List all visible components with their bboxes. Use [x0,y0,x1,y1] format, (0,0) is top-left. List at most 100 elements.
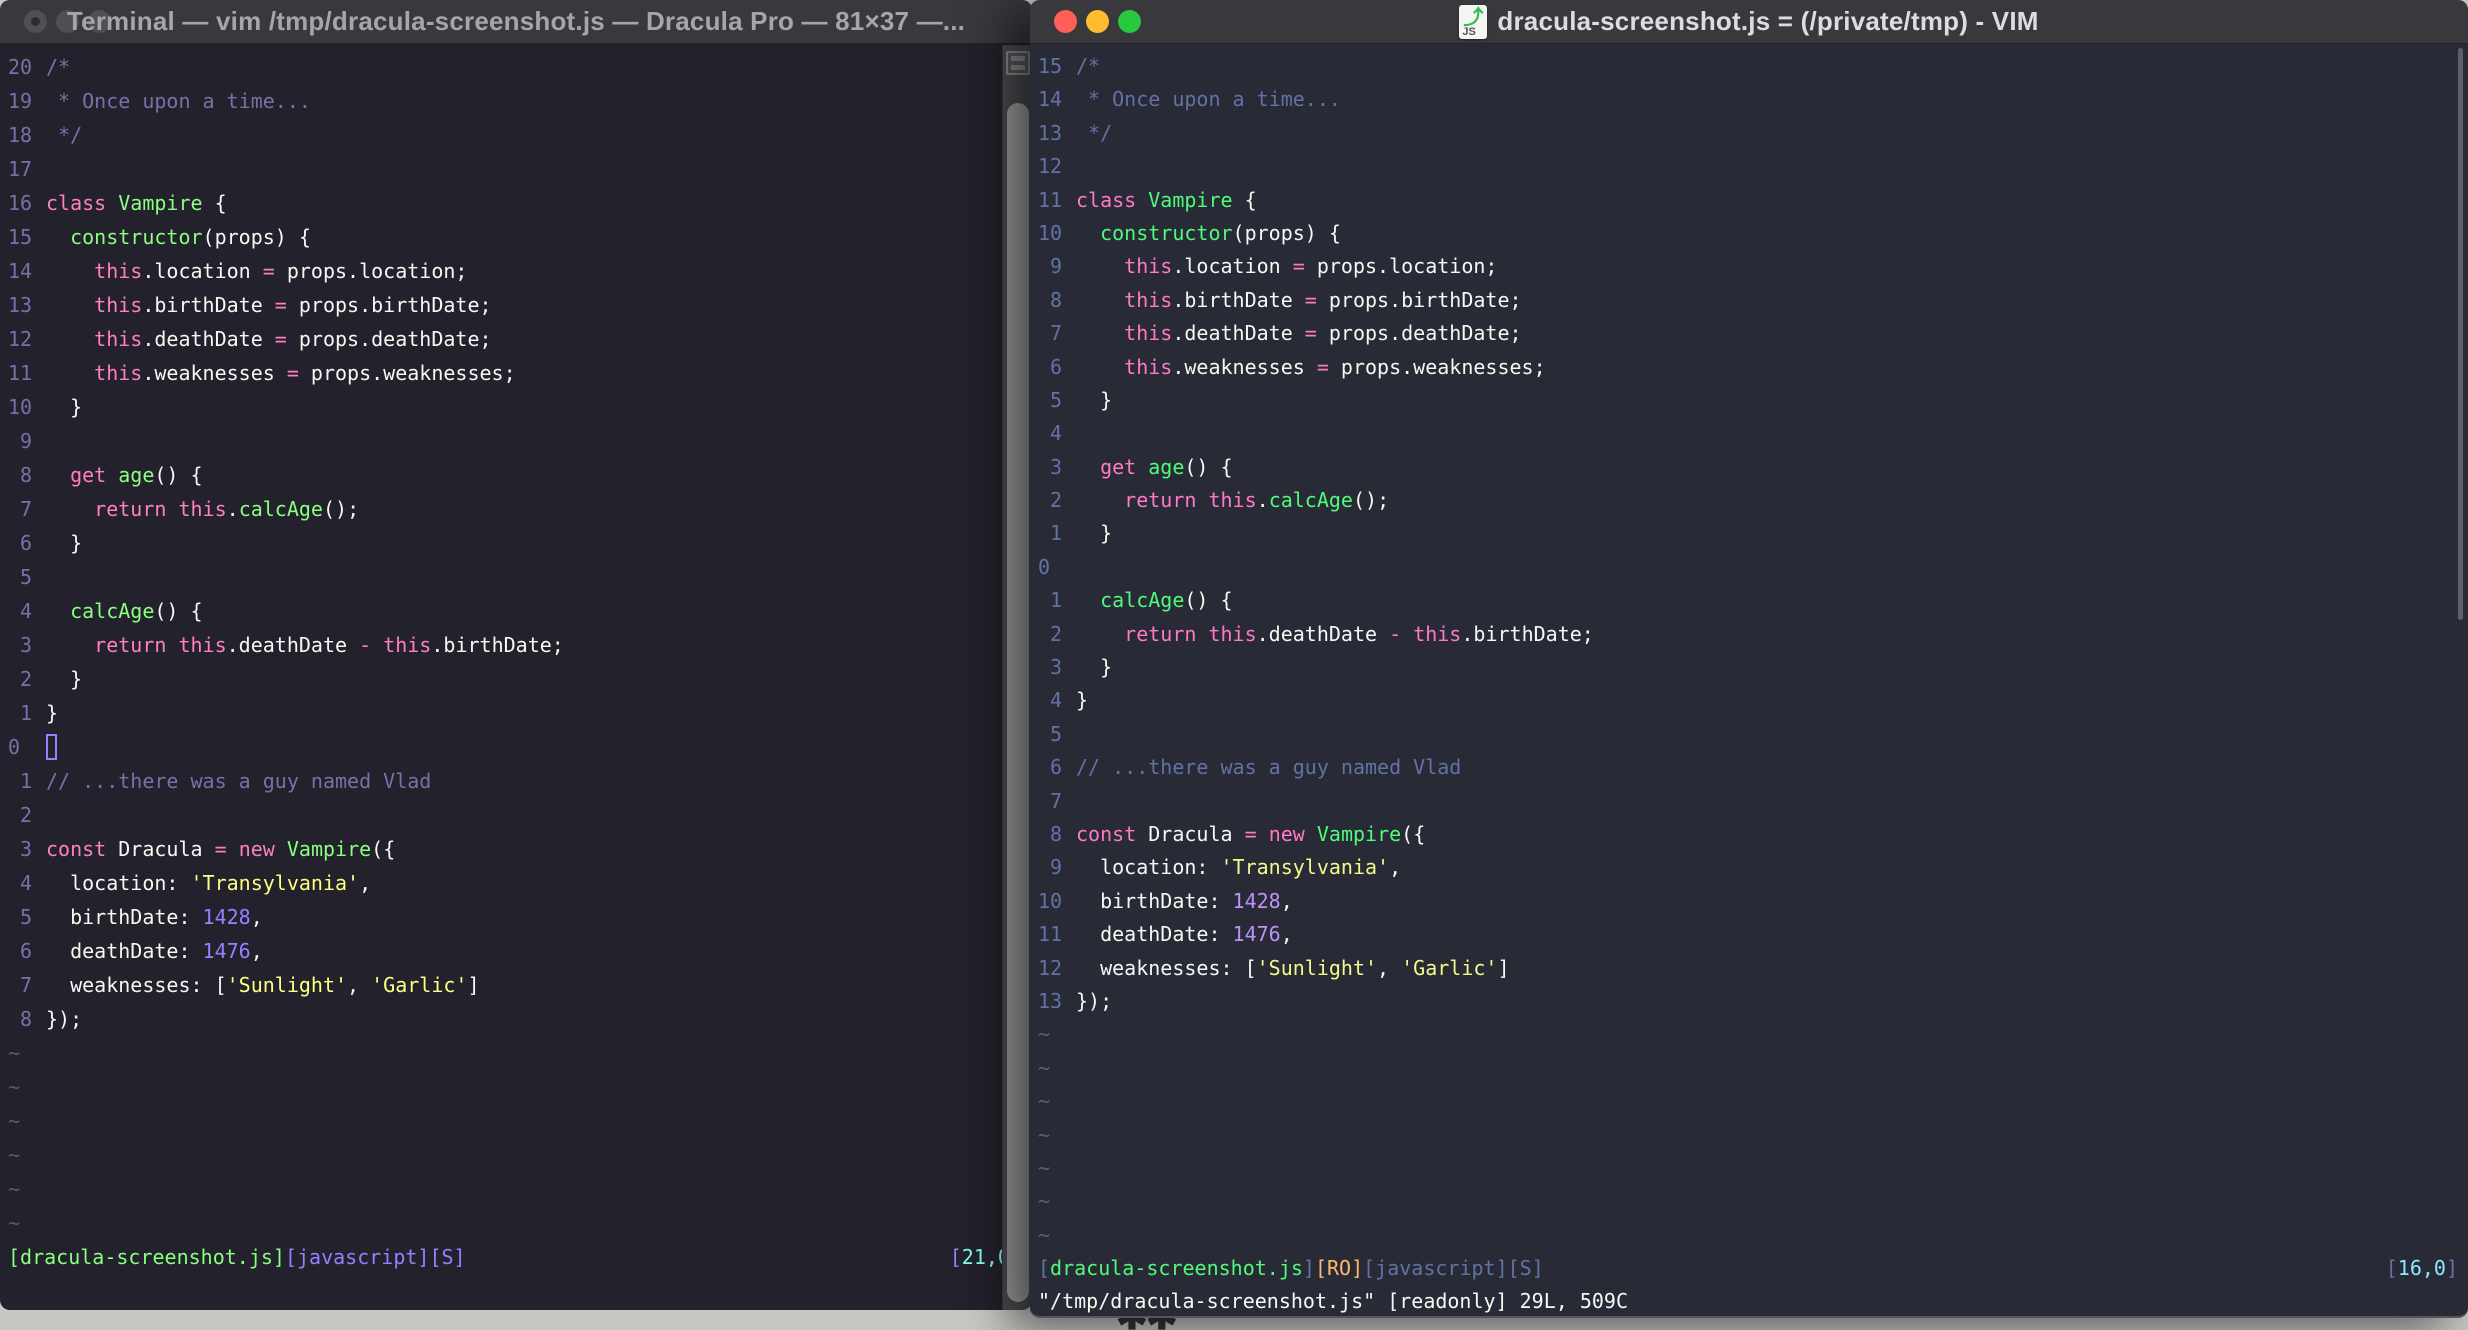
code-token: // ...there was a guy named Vlad [1076,755,1462,780]
line-number: 2 [19,803,32,827]
code-line: 15 /* [1038,50,2468,83]
code-line: 13 this.birthDate = props.birthDate; [8,288,1032,322]
code-line: 6 deathDate: 1476, [8,934,1032,968]
code-token: = [1244,821,1257,846]
code-token: this [1124,287,1173,312]
code-token: 'Garlic' [371,973,468,997]
close-button-icon[interactable] [24,10,47,33]
line-number: 10 [1038,220,1063,245]
empty-line-tilde: ~ [1038,1055,1051,1080]
code-token: .location [1172,254,1293,279]
code-token: props.weaknesses; [1328,354,1546,379]
code-token: = [1316,354,1329,379]
code-token: }); [1076,988,1113,1013]
code-token: (props) { [1232,220,1341,245]
code-token: return [94,497,167,521]
code-token: // ...there was a guy named Vlad [46,769,432,793]
code-token: 'Garlic' [1401,955,1498,980]
code-line: 4 [1038,417,2468,450]
line-number: 1 [19,701,32,725]
split-pane-icon[interactable] [1006,51,1030,75]
minimize-button-icon[interactable] [56,10,79,33]
code-line: 1 } [1038,517,2468,550]
code-line: 1} [8,696,1032,730]
line-number: 7 [19,497,32,521]
line-number: 7 [1049,788,1062,813]
code-token: 'Transylvania' [1220,855,1390,880]
line-number: 13 [1038,120,1063,145]
code-token: - [359,633,372,657]
code-token: * Once upon a time... [46,89,311,113]
macvim-scrollbar-thumb[interactable] [2458,48,2463,620]
code-token: , [1280,888,1293,913]
vim-buffer-right[interactable]: 15/* 14 * Once upon a time... 13 */12 11 cla… [1030,44,2468,1316]
code-token: 1428 [1232,888,1281,913]
terminal-scrollbar[interactable] [1002,45,1032,1310]
code-token: , [1280,922,1293,947]
code-token: /* [1076,54,1101,78]
code-line: 5 } [1038,384,2468,417]
code-token: Vampire [118,191,203,215]
code-token: */ [46,123,83,147]
code-token: new [238,837,275,861]
code-token: , [347,973,372,997]
line-number: 10 [1038,888,1063,913]
scrollbar-thumb[interactable] [1007,103,1029,1302]
line-number: 6 [1049,755,1062,780]
code-token: location: [1076,855,1221,880]
code-token: this [94,327,143,351]
line-number: 5 [1049,721,1062,746]
code-token: this [94,293,143,317]
code-line: 8}); [8,1002,1032,1036]
code-token: const [46,837,107,861]
vim-buffer-left[interactable]: 20/* 19 * Once upon a time... 18 */17 16 cla… [0,44,1032,1308]
code-line: 13}); [1038,985,2468,1018]
macvim-window[interactable]: dracula-screenshot.js = (/private/tmp) -… [1030,0,2468,1318]
code-token: () { [1184,588,1233,613]
code-token: .deathDate [142,327,275,351]
line-number: 12 [1038,955,1063,980]
code-token: 1476 [202,939,251,963]
code-token: (props) { [202,225,311,249]
minimize-button-icon[interactable] [1086,10,1109,33]
code-token: calcAge [1268,488,1353,513]
zoom-button-icon[interactable] [88,10,111,33]
js-document-icon [1459,1,1488,39]
window-title: Terminal — vim /tmp/dracula-screenshot.j… [66,6,966,36]
code-token: this [383,633,432,657]
terminal-titlebar[interactable]: Terminal — vim /tmp/dracula-screenshot.j… [0,0,1032,44]
code-token: this [1124,354,1173,379]
line-number: 16 [8,191,33,215]
empty-line-tilde: ~ [8,1211,21,1235]
statusline-file-info: [dracula-screenshot.js][RO][javascript][… [1038,1252,1544,1285]
empty-line-tilde: ~ [1038,1189,1051,1214]
code-token: props.location; [1304,254,1498,279]
code-line: 4 location: 'Transylvania', [8,866,1032,900]
line-number: 17 [8,157,33,181]
code-token: .location [142,259,263,283]
line-number: 3 [1049,655,1062,680]
code-token: constructor [1100,220,1233,245]
code-token: = [1304,287,1317,312]
terminal-window[interactable]: Terminal — vim /tmp/dracula-screenshot.j… [0,0,1032,1310]
code-line: 2 [8,798,1032,832]
code-token: [RO] [1314,1256,1364,1281]
code-line: 13 */ [1038,117,2468,150]
code-token: class [46,191,107,215]
window-title: dracula-screenshot.js = (/private/tmp) -… [1497,6,2039,36]
line-number: 1 [1049,521,1062,546]
macvim-titlebar[interactable]: dracula-screenshot.js = (/private/tmp) -… [1030,0,2468,44]
zoom-button-icon[interactable] [1118,10,1141,33]
line-number: 2 [19,667,32,691]
code-token: = [286,361,299,385]
code-token: age [118,463,155,487]
code-token: 1428 [202,905,251,929]
close-button-icon[interactable] [1054,10,1077,33]
